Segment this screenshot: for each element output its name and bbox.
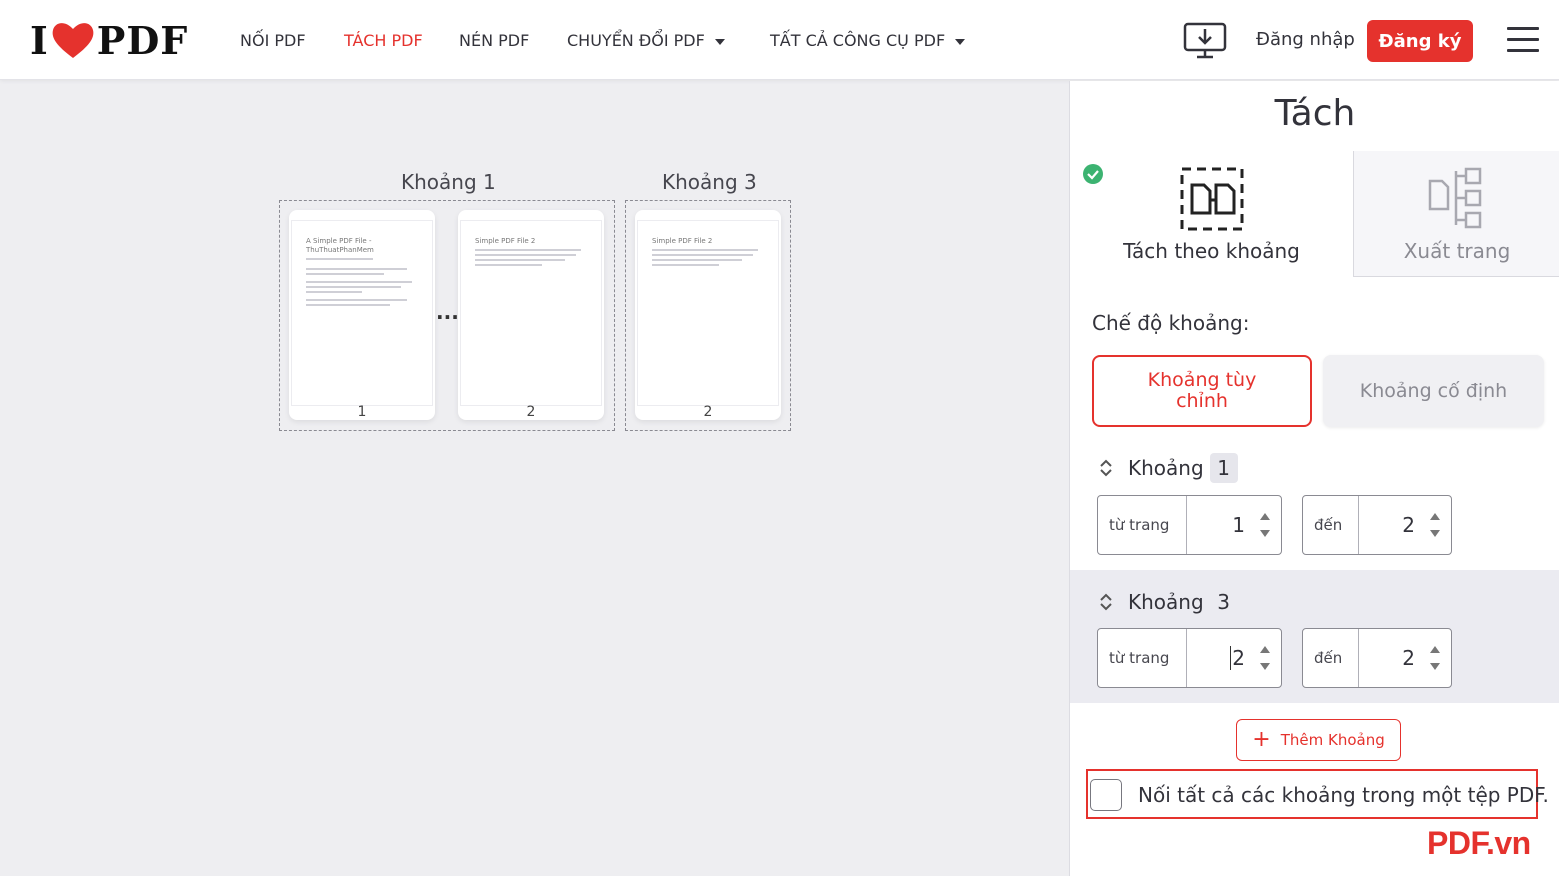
from-page-label: từ trang xyxy=(1098,629,1187,687)
range-row: Khoảng 3 từ trang 2 đến 2 xyxy=(1070,570,1559,703)
from-page-value: 2 xyxy=(1230,646,1245,670)
page-heading: Simple PDF File 2 xyxy=(475,237,536,245)
from-page-value: 1 xyxy=(1232,513,1245,537)
login-link[interactable]: Đăng nhập xyxy=(1256,29,1355,50)
split-range-icon xyxy=(1180,167,1244,231)
to-page-field[interactable]: đến 2 xyxy=(1302,628,1452,688)
sidebar-title: Tách xyxy=(1274,93,1356,134)
spinner-arrows-icon[interactable] xyxy=(1429,643,1441,673)
logo-text-left: I xyxy=(30,17,49,63)
from-page-label: từ trang xyxy=(1098,496,1187,554)
merge-all-checkbox[interactable] xyxy=(1090,779,1122,811)
to-page-value: 2 xyxy=(1402,513,1415,537)
page-thumbnail[interactable]: Simple PDF File 2 2 xyxy=(635,210,781,420)
logo-text-right: PDF xyxy=(96,17,189,63)
heart-icon xyxy=(52,23,94,58)
page-number: 2 xyxy=(526,404,536,420)
tab-extract-pages[interactable]: Xuất trang xyxy=(1353,151,1559,277)
page-thumbnail[interactable]: Simple PDF File 2 2 xyxy=(458,210,604,420)
merge-all-label[interactable]: Nối tất cả các khoảng trong một tệp PDF. xyxy=(1138,783,1549,807)
extract-pages-icon xyxy=(1428,167,1482,229)
plus-icon: + xyxy=(1252,727,1271,752)
custom-ranges-button[interactable]: Khoảng tùy chỉnh xyxy=(1092,355,1312,427)
signup-button[interactable]: Đăng ký xyxy=(1367,20,1473,62)
to-page-label: đến xyxy=(1303,496,1359,554)
page-number: 2 xyxy=(703,404,713,420)
to-page-label: đến xyxy=(1303,629,1359,687)
spinner-arrows-icon[interactable] xyxy=(1259,510,1271,540)
split-options-sidebar: Tách Tách theo khoảng Xuất trang Chế độ … xyxy=(1069,81,1559,876)
caret-down-icon xyxy=(955,38,966,45)
nav-compress-pdf[interactable]: NÉN PDF xyxy=(459,31,529,50)
desktop-download-icon[interactable] xyxy=(1183,22,1227,60)
to-page-field[interactable]: đến 2 xyxy=(1302,495,1452,555)
add-range-button[interactable]: + Thêm Khoảng xyxy=(1236,719,1401,761)
ellipsis: ... xyxy=(436,300,459,324)
tab-split-by-range[interactable]: Tách theo khoảng xyxy=(1070,151,1353,277)
range-3-label: Khoảng 3 xyxy=(662,170,757,194)
from-page-field[interactable]: từ trang 2 xyxy=(1097,628,1282,688)
nav-all-tools[interactable]: TẤT CẢ CÔNG CỤ PDF xyxy=(770,31,966,50)
nav-convert-pdf[interactable]: CHUYỂN ĐỔI PDF xyxy=(567,31,725,50)
nav-split-pdf[interactable]: TÁCH PDF xyxy=(344,31,423,50)
range-label: Khoảng xyxy=(1128,590,1204,614)
top-header: I PDF NỐI PDF TÁCH PDF NÉN PDF CHUYỂN ĐỔ… xyxy=(0,0,1559,80)
tab-extract-pages-label: Xuất trang xyxy=(1403,239,1511,263)
range-label: Khoảng xyxy=(1128,456,1204,480)
ilovepdf-logo[interactable]: I PDF xyxy=(30,17,189,63)
tab-split-by-range-label: Tách theo khoảng xyxy=(1123,239,1300,263)
to-page-value: 2 xyxy=(1402,646,1415,670)
pdfvn-watermark: PDF.vn xyxy=(1427,825,1531,861)
range-mode-label: Chế độ khoảng: xyxy=(1092,311,1250,335)
add-range-label: Thêm Khoảng xyxy=(1280,731,1385,749)
range-index-badge: 3 xyxy=(1217,590,1231,614)
reorder-icon[interactable] xyxy=(1098,592,1114,612)
caret-down-icon xyxy=(714,38,725,45)
hamburger-menu-icon[interactable] xyxy=(1507,27,1539,53)
spinner-arrows-icon[interactable] xyxy=(1259,643,1271,673)
check-circle-icon xyxy=(1083,164,1103,184)
reorder-icon[interactable] xyxy=(1098,458,1114,478)
spinner-arrows-icon[interactable] xyxy=(1429,510,1441,540)
from-page-field[interactable]: từ trang 1 xyxy=(1097,495,1282,555)
fixed-ranges-button[interactable]: Khoảng cố định xyxy=(1323,355,1544,427)
range-row: Khoảng 1 từ trang 1 đến 2 xyxy=(1070,443,1559,573)
range-1-label: Khoảng 1 xyxy=(401,170,496,194)
page-number: 1 xyxy=(357,404,367,420)
page-thumbnail[interactable]: A Simple PDF File - ThuThuatPhanMem 1 xyxy=(289,210,435,420)
nav-merge-pdf[interactable]: NỐI PDF xyxy=(240,31,306,50)
page-heading: Simple PDF File 2 xyxy=(652,237,713,245)
range-index-badge: 1 xyxy=(1209,453,1238,483)
page-heading: A Simple PDF File - ThuThuatPhanMem xyxy=(306,237,374,254)
